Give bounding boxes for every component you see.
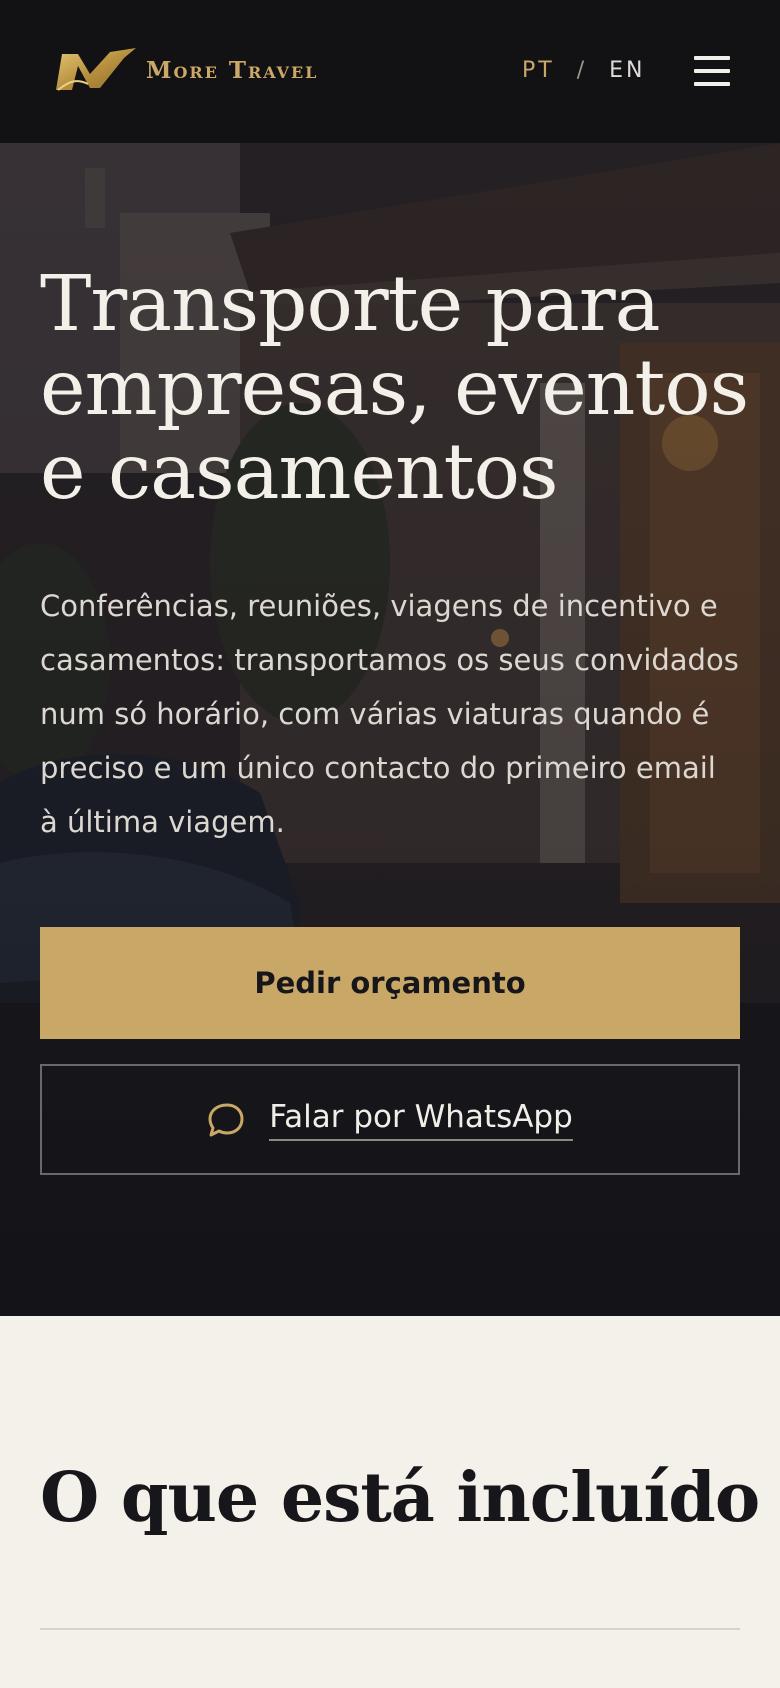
hero-description: Conferências, reuniões, viagens de incen… <box>40 589 739 839</box>
language-switcher: PT / EN <box>522 58 646 83</box>
hero-title: Transporte para empresas, eventos e casa… <box>40 260 749 517</box>
chat-bubble-icon <box>208 1103 244 1136</box>
included-title: O que está incluído <box>40 1458 760 1538</box>
hamburger-menu-icon[interactable] <box>694 56 730 86</box>
menu-line <box>694 82 730 86</box>
lang-pt-link[interactable]: PT <box>522 58 555 83</box>
brand-logo[interactable]: More Travel <box>54 48 318 92</box>
menu-line <box>694 69 730 73</box>
site-header: More Travel PT / EN <box>0 0 780 143</box>
lang-en-link[interactable]: EN <box>609 58 645 83</box>
lang-separator: / <box>576 58 588 83</box>
menu-line <box>694 56 730 60</box>
whatsapp-button[interactable]: Falar por WhatsApp <box>40 1064 740 1175</box>
whatsapp-button-label: Falar por WhatsApp <box>269 1099 573 1141</box>
brand-name: More Travel <box>146 56 319 84</box>
hero-section: Transporte para empresas, eventos e casa… <box>0 143 780 1316</box>
section-divider <box>40 1628 740 1630</box>
logo-mark-icon <box>56 48 136 91</box>
request-quote-button[interactable]: Pedir orçamento <box>40 927 740 1039</box>
included-section: O que está incluído <box>0 1316 780 1688</box>
request-quote-label: Pedir orçamento <box>254 966 526 1000</box>
